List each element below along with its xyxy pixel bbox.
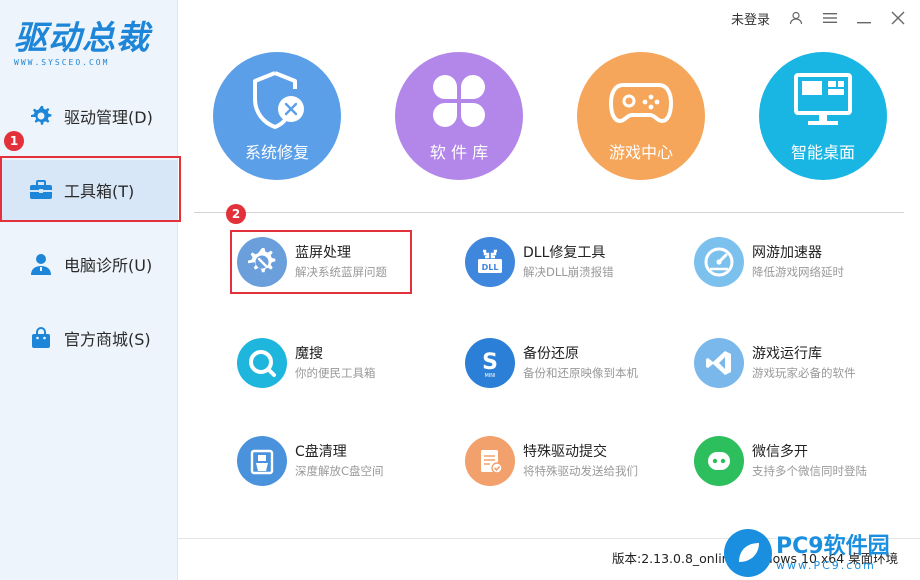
sidebar: 驱动总裁 WWW.SYSCEO.COM 驱动管理(D) 工具箱(T) 电脑诊所(… (0, 0, 178, 580)
logo-text: 驱动总裁 (14, 18, 150, 57)
tool-description: 降低游戏网络延时 (752, 265, 844, 279)
tool-description: 将特殊驱动发送给我们 (523, 464, 638, 478)
gear-wrench-icon (237, 237, 287, 287)
tool-title: 网游加速器 (752, 245, 822, 261)
tool-description: 游戏玩家必备的软件 (752, 366, 856, 380)
svg-text:DLL: DLL (482, 263, 499, 272)
close-icon[interactable] (890, 10, 906, 26)
chat-bubble-icon (694, 436, 744, 486)
feature-label: 智能桌面 (790, 143, 855, 162)
watermark-logo-icon (724, 529, 772, 577)
gamepad-icon (609, 69, 673, 133)
tool-game-runtime[interactable]: 游戏运行库 游戏玩家必备的软件 (694, 335, 894, 391)
tool-dll-repair[interactable]: DLL DLL修复工具 解决DLL崩溃报错 (465, 234, 665, 290)
document-check-icon (465, 436, 515, 486)
shopping-bag-icon (28, 325, 54, 351)
sidebar-item-driver-management[interactable]: 驱动管理(D) (0, 86, 178, 146)
backup-s-icon: S MINI (465, 338, 515, 388)
toolbox-icon (28, 177, 54, 203)
sidebar-item-label: 工具箱(T) (64, 182, 135, 201)
step-badge: 2 (226, 204, 246, 224)
sidebar-item-official-store[interactable]: 官方商城(S) (0, 308, 178, 368)
drive-broom-icon (237, 436, 287, 486)
gear-icon (28, 103, 54, 129)
tool-c-drive-cleanup[interactable]: C盘清理 深度解放C盘空间 (237, 433, 437, 489)
tool-title: 魔搜 (295, 346, 323, 362)
logo-subtext: WWW.SYSCEO.COM (14, 58, 110, 67)
tool-title: 备份还原 (523, 346, 579, 362)
sidebar-item-label: 驱动管理(D) (64, 108, 153, 127)
title-bar-controls: 未登录 (731, 8, 906, 28)
tool-bsod-fix[interactable]: 蓝屏处理 解决系统蓝屏问题 (237, 234, 437, 290)
tool-title: C盘清理 (295, 444, 347, 460)
monitor-icon (791, 69, 855, 133)
doctor-icon (28, 251, 54, 277)
tool-title: 特殊驱动提交 (523, 444, 607, 460)
tool-title: DLL修复工具 (523, 245, 606, 261)
visual-studio-icon (694, 338, 744, 388)
magnifier-icon (237, 338, 287, 388)
watermark: PC9软件园 www.PC9.com (724, 526, 920, 580)
sidebar-item-label: 电脑诊所(U) (64, 256, 153, 275)
svg-text:MINI: MINI (484, 373, 495, 379)
feature-smart-desktop[interactable]: 智能桌面 (759, 52, 887, 180)
tool-wechat-multi[interactable]: 微信多开 支持多个微信同时登陆 (694, 433, 894, 489)
feature-system-repair[interactable]: 系统修复 (213, 52, 341, 180)
tool-title: 游戏运行库 (752, 346, 822, 362)
feature-label: 游戏中心 (608, 143, 673, 162)
app-logo: 驱动总裁 WWW.SYSCEO.COM (14, 18, 164, 74)
sidebar-item-label: 官方商城(S) (64, 330, 151, 349)
shield-wrench-icon (245, 69, 309, 133)
feature-label: 系统修复 (244, 143, 309, 162)
step-badge: 1 (4, 131, 24, 151)
tool-description: 支持多个微信同时登陆 (752, 464, 867, 478)
feature-label: 软 件 库 (429, 143, 489, 162)
tool-description: 解决DLL崩溃报错 (523, 265, 614, 279)
watermark-url: www.PC9.com (776, 558, 876, 572)
dll-icon: DLL (465, 237, 515, 287)
menu-icon[interactable] (822, 10, 838, 26)
tool-mosou[interactable]: 魔搜 你的便民工具箱 (237, 335, 437, 391)
tool-description: 备份和还原映像到本机 (523, 366, 638, 380)
feature-software-library[interactable]: 软 件 库 (395, 52, 523, 180)
tool-title: 蓝屏处理 (295, 245, 351, 261)
login-status[interactable]: 未登录 (731, 9, 770, 28)
feature-game-center[interactable]: 游戏中心 (577, 52, 705, 180)
sidebar-item-pc-clinic[interactable]: 电脑诊所(U) (0, 234, 178, 294)
tool-title: 微信多开 (752, 444, 808, 460)
speedometer-icon (694, 237, 744, 287)
tool-backup-restore[interactable]: S MINI 备份还原 备份和还原映像到本机 (465, 335, 665, 391)
tool-description: 你的便民工具箱 (295, 366, 376, 380)
user-icon[interactable] (788, 10, 804, 26)
clover-grid-icon (427, 69, 491, 133)
sidebar-item-toolbox[interactable]: 工具箱(T) (0, 160, 178, 220)
section-divider (194, 212, 904, 213)
tool-game-accelerator[interactable]: 网游加速器 降低游戏网络延时 (694, 234, 894, 290)
watermark-title: PC9软件园 (776, 533, 890, 559)
tool-submit-special-driver[interactable]: 特殊驱动提交 将特殊驱动发送给我们 (465, 433, 665, 489)
minimize-icon[interactable] (856, 10, 872, 26)
tool-description: 深度解放C盘空间 (295, 464, 384, 478)
svg-text:S: S (482, 350, 498, 375)
tool-description: 解决系统蓝屏问题 (295, 265, 387, 279)
